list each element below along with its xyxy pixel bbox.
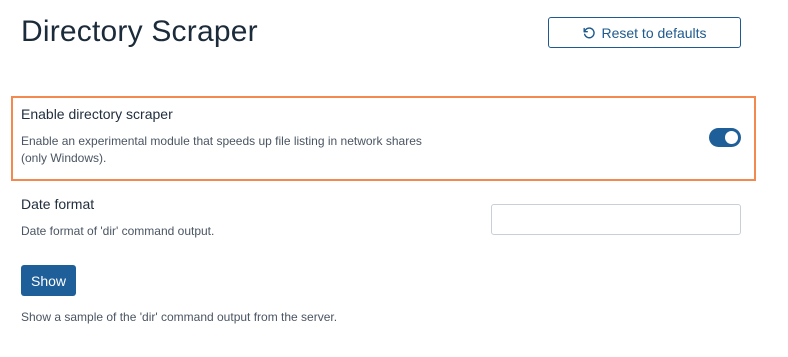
scraper-setting-description-line2: (only Windows).: [21, 151, 107, 165]
date-format-label: Date format: [21, 196, 95, 212]
date-format-description: Date format of 'dir' command output.: [21, 224, 215, 238]
toggle-knob: [725, 131, 738, 144]
reset-button-label: Reset to defaults: [601, 24, 707, 41]
show-sample-button[interactable]: Show: [21, 265, 76, 296]
rotate-ccw-icon: [583, 26, 596, 38]
scraper-enable-toggle[interactable]: [709, 128, 741, 147]
page-title: Directory Scraper: [21, 15, 258, 48]
reset-to-defaults-button[interactable]: Reset to defaults: [548, 17, 741, 48]
sample-description: Show a sample of the 'dir' command outpu…: [21, 310, 338, 324]
date-format-input[interactable]: [491, 204, 741, 235]
scraper-setting-description-line1: Enable an experimental module that speed…: [21, 134, 422, 148]
scraper-setting-label: Enable directory scraper: [21, 106, 173, 122]
